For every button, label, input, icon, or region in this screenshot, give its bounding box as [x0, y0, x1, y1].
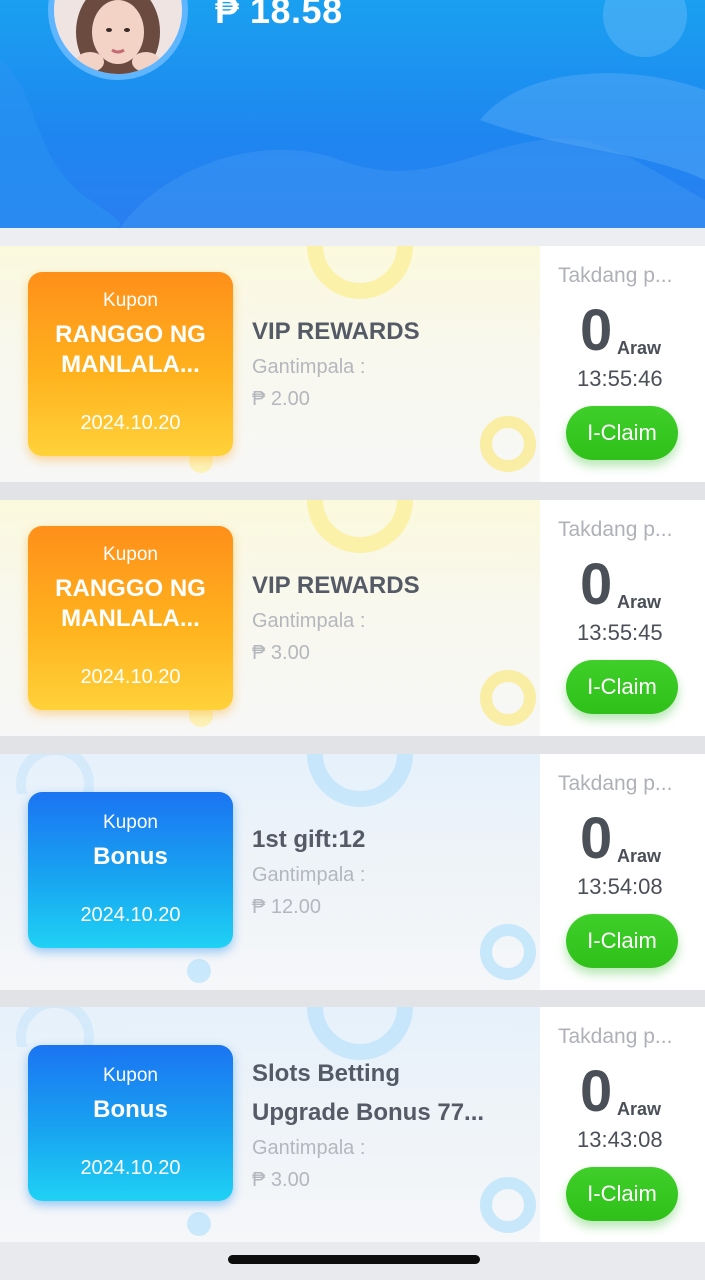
- deadline-label: Takdang p...: [558, 1025, 673, 1048]
- claim-button[interactable]: I-Claim: [566, 406, 678, 460]
- ticket-type-label: Kupon: [103, 290, 158, 311]
- ticket-name-line1: Bonus: [93, 1096, 168, 1123]
- card-separator: [0, 990, 705, 1008]
- ticket-date: 2024.10.20: [80, 666, 181, 688]
- ring-decoration: [307, 500, 413, 553]
- time-remaining: 13:43:08: [577, 1127, 663, 1152]
- claim-button[interactable]: I-Claim: [566, 1167, 678, 1221]
- header-divider: [0, 228, 705, 246]
- coupon-card: Kupon Bonus 2024.10.20 Slots Betting Upg…: [0, 1007, 705, 1242]
- days-remaining: 0: [580, 806, 613, 871]
- reward-amount: ₱ 3.00: [252, 1169, 310, 1191]
- ticket-type-label: Kupon: [103, 544, 158, 565]
- ticket-name-line1: Bonus: [93, 843, 168, 870]
- reward-label: Gantimpala :: [252, 356, 366, 378]
- coupon-title: VIP REWARDS: [252, 572, 420, 599]
- days-unit: Araw: [617, 1099, 662, 1119]
- card-separator: [0, 736, 705, 754]
- ticket-type-label: Kupon: [103, 812, 158, 833]
- reward-amount: ₱ 3.00: [252, 642, 310, 664]
- claim-button[interactable]: I-Claim: [566, 660, 678, 714]
- coupon-ticket: Kupon Bonus 2024.10.20: [28, 792, 233, 948]
- reward-label: Gantimpala :: [252, 1137, 366, 1159]
- coupon-title: 1st gift:12: [252, 826, 366, 853]
- reward-amount: ₱ 2.00: [252, 388, 310, 410]
- coupon-title: VIP REWARDS: [252, 318, 420, 345]
- ring-decoration: [307, 246, 413, 299]
- days-remaining: 0: [580, 552, 613, 617]
- days-remaining: 0: [580, 1059, 613, 1124]
- balance-amount: ₱ 18.58: [215, 0, 343, 31]
- coupon-ticket: Kupon RANGGO NG MANLALA... 2024.10.20: [28, 526, 233, 710]
- days-remaining: 0: [580, 298, 613, 363]
- ticket-name-line1: RANGGO NG: [55, 575, 206, 602]
- coupon-title-line2: Upgrade Bonus 77...: [252, 1099, 485, 1126]
- coupon-ticket: Kupon RANGGO NG MANLALA... 2024.10.20: [28, 272, 233, 456]
- ring-decoration: [16, 754, 94, 794]
- ring-decoration: [480, 416, 536, 472]
- ring-decoration: [480, 670, 536, 726]
- deadline-label: Takdang p...: [558, 518, 673, 541]
- deadline-label: Takdang p...: [558, 772, 673, 795]
- claim-button[interactable]: I-Claim: [566, 914, 678, 968]
- deadline-label: Takdang p...: [558, 264, 673, 287]
- profile-header: ₱ 18.58: [0, 0, 705, 228]
- days-unit: Araw: [617, 338, 662, 358]
- coupon-card: Kupon RANGGO NG MANLALA... 2024.10.20 VI…: [0, 500, 705, 736]
- reward-label: Gantimpala :: [252, 864, 366, 886]
- avatar-portrait: [54, 0, 182, 74]
- coupon-info: Slots Betting Upgrade Bonus 77... Gantim…: [252, 1054, 532, 1196]
- ticket-name-line1: RANGGO NG: [55, 321, 206, 348]
- time-remaining: 13:55:45: [577, 620, 663, 645]
- coupon-card: Kupon Bonus 2024.10.20 1st gift:12 Ganti…: [0, 754, 705, 990]
- days-unit: Araw: [617, 592, 662, 612]
- dot-decoration: [187, 959, 211, 983]
- card-separator: [0, 482, 705, 500]
- coupon-info: VIP REWARDS Gantimpala : ₱ 3.00: [252, 566, 532, 669]
- coupon-card: Kupon RANGGO NG MANLALA... 2024.10.20 VI…: [0, 246, 705, 482]
- time-remaining: 13:54:08: [577, 874, 663, 899]
- home-indicator[interactable]: [228, 1255, 480, 1264]
- reward-label: Gantimpala :: [252, 610, 366, 632]
- ticket-date: 2024.10.20: [80, 412, 181, 434]
- ticket-name-line2: MANLALA...: [61, 351, 200, 378]
- coupon-info: 1st gift:12 Gantimpala : ₱ 12.00: [252, 820, 532, 923]
- ticket-name-line2: MANLALA...: [61, 605, 200, 632]
- days-unit: Araw: [617, 846, 662, 866]
- ticket-type-label: Kupon: [103, 1065, 158, 1086]
- coupon-info: VIP REWARDS Gantimpala : ₱ 2.00: [252, 312, 532, 415]
- ticket-date: 2024.10.20: [80, 1157, 181, 1179]
- ticket-date: 2024.10.20: [80, 904, 181, 926]
- ring-decoration: [480, 924, 536, 980]
- ring-decoration: [307, 754, 413, 807]
- reward-amount: ₱ 12.00: [252, 896, 321, 918]
- ring-decoration: [16, 1007, 94, 1047]
- coupon-ticket: Kupon Bonus 2024.10.20: [28, 1045, 233, 1201]
- time-remaining: 13:55:46: [577, 366, 663, 391]
- dot-decoration: [187, 1212, 211, 1236]
- coupon-title-line1: Slots Betting: [252, 1060, 400, 1087]
